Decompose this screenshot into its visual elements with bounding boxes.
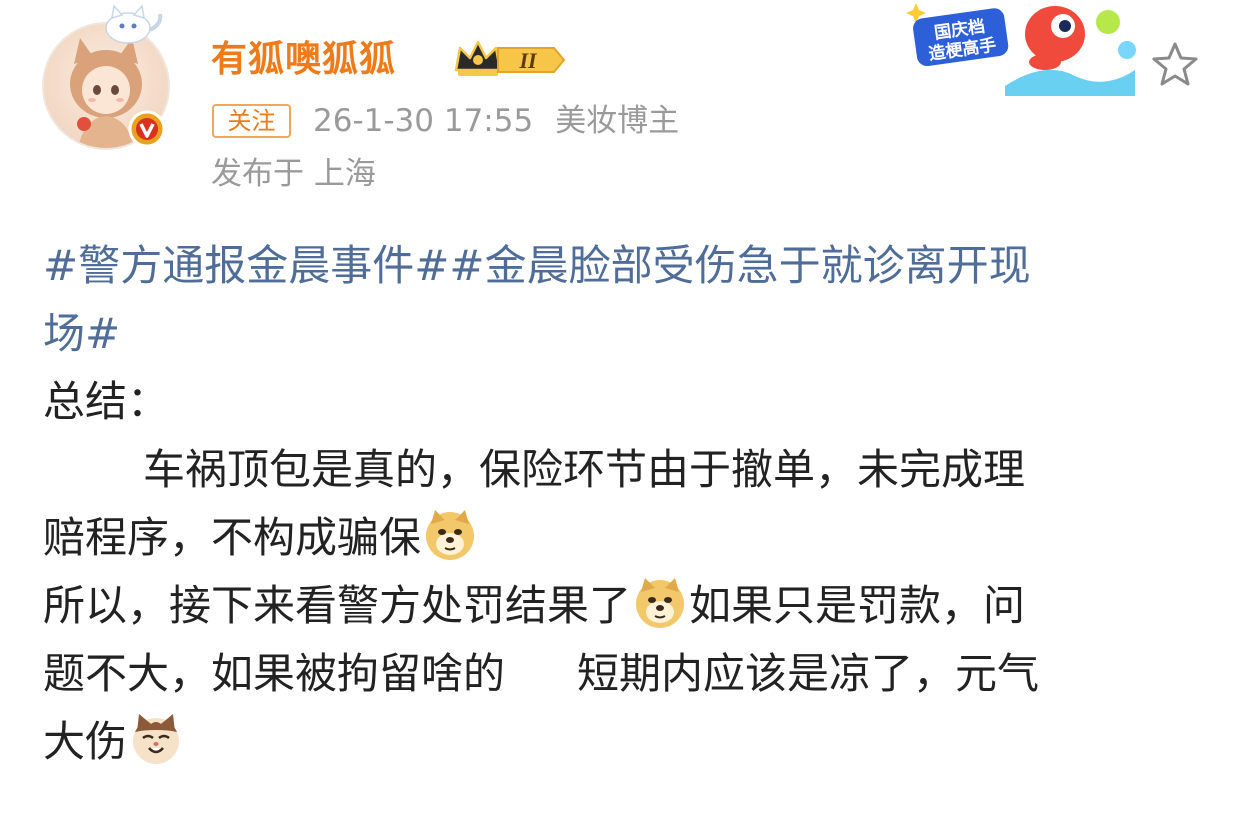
paragraph-text: 车祸顶包是真的，保险环节由于撤单，未完成理: [143, 445, 1026, 494]
paragraph-line: 赔程序，不构成骗保: [43, 504, 1203, 572]
doge-emoji-icon: [636, 578, 685, 628]
post-location: 发布于 上海: [211, 156, 376, 192]
verified-badge-icon: [128, 110, 166, 148]
follow-tag[interactable]: 关注: [212, 104, 291, 138]
vip-level: II: [518, 48, 538, 73]
post-content: #警方通报金晨事件##金晨脸部受伤急于就诊离开现 场# 总结： 车祸顶包是真的，…: [43, 232, 1203, 776]
hashtag-line: 场#: [43, 300, 1203, 368]
promo-banner-icon[interactable]: 国庆档 造梗高手: [905, 0, 1145, 96]
author-tag: 美妆博主: [555, 103, 680, 139]
paragraph-text: 大伤: [43, 717, 128, 766]
hashtag-link[interactable]: 场#: [43, 309, 120, 358]
paragraph-text: 短期内应该是凉了，元气: [577, 649, 1040, 698]
hashtag-link[interactable]: #警方通报金晨事件##金晨脸部受伤急于就诊离开现: [43, 241, 1031, 290]
avatar[interactable]: [42, 4, 170, 150]
favorite-star-button[interactable]: [1148, 38, 1202, 92]
paragraph-text: 题不大，如果被拘留啥的: [43, 649, 506, 698]
doge-emoji-icon: [426, 510, 475, 560]
post-meta: 26-1-30 17:55 美妆博主: [313, 99, 679, 143]
post-timestamp: 26-1-30 17:55: [313, 103, 534, 139]
paragraph-text: 赔程序，不构成骗保: [43, 513, 422, 562]
summary-text: 总结：: [43, 377, 170, 426]
author-name[interactable]: 有狐噢狐狐: [211, 32, 396, 88]
paragraph-text: 所以，接下来看警方处罚结果了: [43, 581, 632, 630]
hashtag-line: #警方通报金晨事件##金晨脸部受伤急于就诊离开现: [43, 232, 1203, 300]
paragraph-line: 车祸顶包是真的，保险环节由于撤单，未完成理: [43, 436, 1203, 504]
star-outline-icon: [1152, 42, 1198, 86]
summary-label: 总结：: [43, 368, 1203, 436]
paragraph-line: 题不大，如果被拘留啥的 短期内应该是凉了，元气: [43, 640, 1203, 708]
paragraph-line: 大伤: [43, 708, 1203, 776]
cat-on-avatar-icon: [98, 2, 168, 46]
paragraph-text: 如果只是罚款，问: [689, 581, 1026, 630]
vip-crown-icon[interactable]: II: [452, 36, 570, 80]
paragraph-line: 所以，接下来看警方处罚结果了 如果只是罚款，问: [43, 572, 1203, 640]
cat-emoji-icon: [133, 714, 180, 764]
